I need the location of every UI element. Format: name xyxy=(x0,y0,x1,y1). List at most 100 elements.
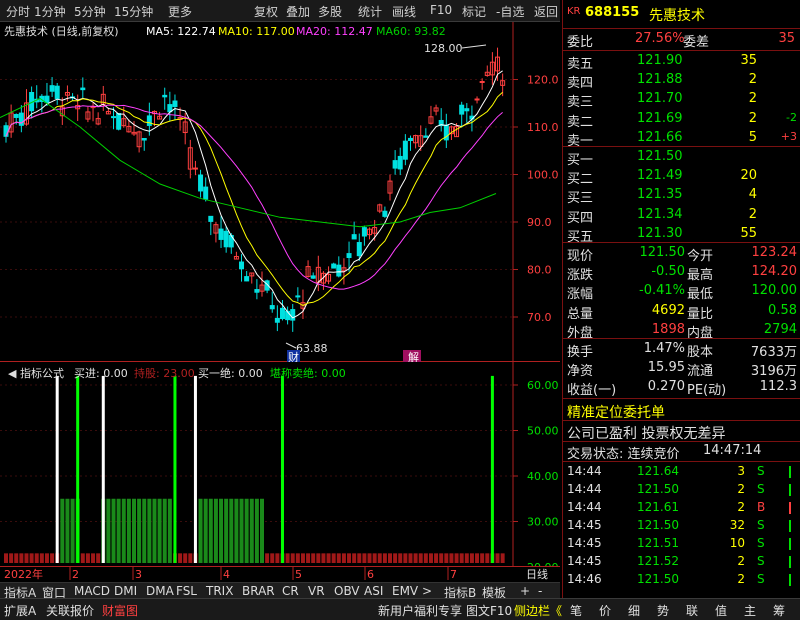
bottom-left-2[interactable]: 财富图 xyxy=(102,602,138,619)
ask-volume: 2 xyxy=(748,72,757,88)
tab-2[interactable]: MACD xyxy=(74,584,110,598)
ask-price[interactable]: 121.70 xyxy=(637,91,683,106)
tab-13[interactable]: > xyxy=(422,584,432,598)
panel-tab-0[interactable]: 笔 xyxy=(570,602,582,619)
bottom-left-1[interactable]: 关联报价 xyxy=(46,602,94,619)
tick-volume: 32 xyxy=(729,518,745,532)
indicator-bar xyxy=(9,553,14,563)
toolbar-item-9[interactable]: 画线 xyxy=(392,3,416,20)
ma5-label: MA5: 122.74 xyxy=(146,25,216,38)
toolbar-item-2[interactable]: 5分钟 xyxy=(74,3,106,20)
toolbar-item-7[interactable]: 多股 xyxy=(318,3,342,20)
toolbar-item-1[interactable]: 1分钟 xyxy=(34,3,66,20)
month-label: 5 xyxy=(295,568,302,581)
ask-price[interactable]: 121.66 xyxy=(637,130,683,145)
tick-price: 121.52 xyxy=(637,554,679,568)
indicator-bar xyxy=(357,553,362,563)
tab-6[interactable]: TRIX xyxy=(206,584,233,598)
toolbar-item-11[interactable]: 标记 xyxy=(462,3,486,20)
tab-4[interactable]: DMA xyxy=(146,584,174,598)
indicator-bar xyxy=(249,498,254,563)
stat-value: 2794 xyxy=(763,321,797,337)
toolbar-item-10[interactable]: F10 xyxy=(430,3,452,17)
stat-value: 1898 xyxy=(651,321,685,337)
stat-value: 124.20 xyxy=(751,264,798,280)
ask-price[interactable]: 121.90 xyxy=(637,53,683,68)
indicator-bar xyxy=(265,553,270,563)
tab-5[interactable]: FSL xyxy=(176,584,197,598)
indicator-bar xyxy=(198,498,203,563)
precise-order-link[interactable]: 精准定位委托单 xyxy=(567,402,665,422)
tab-3[interactable]: DMI xyxy=(114,584,137,598)
tab-16[interactable]: + xyxy=(520,584,530,598)
indicator-bar xyxy=(44,553,49,563)
tab-10[interactable]: OBV xyxy=(334,584,360,598)
tab-7[interactable]: BRAR xyxy=(242,584,275,598)
period-label[interactable]: 日线 xyxy=(526,567,548,581)
tab-9[interactable]: VR xyxy=(308,584,325,598)
indicator-bar xyxy=(219,498,224,563)
panel-tab-3[interactable]: 势 xyxy=(657,602,669,619)
candle-body xyxy=(295,295,301,298)
tab-11[interactable]: ASI xyxy=(364,584,383,598)
bid-price[interactable]: 121.50 xyxy=(637,149,683,164)
indicator-name[interactable]: 指标公式 xyxy=(20,366,64,380)
indicator-bar xyxy=(290,553,295,563)
tick-price: 121.50 xyxy=(637,572,679,586)
indicator-bar xyxy=(347,553,352,563)
tick-marker xyxy=(789,520,791,532)
panel-tab-6[interactable]: 主 xyxy=(744,602,756,619)
indicator-bar xyxy=(60,498,65,563)
unlock-marker[interactable]: 解 xyxy=(408,350,419,362)
bottom-right-2[interactable]: 侧边栏《 xyxy=(514,602,562,619)
panel-tab-1[interactable]: 价 xyxy=(599,602,611,619)
indicator-bar xyxy=(208,498,213,563)
tick-row: 14:45 121.51 10 S xyxy=(563,535,800,554)
toolbar-item-0[interactable]: 分时 xyxy=(6,3,30,20)
indicator-menu-icon[interactable]: ◀ xyxy=(8,367,17,380)
indicator-bar xyxy=(178,553,183,563)
price-tick: 120.0 xyxy=(527,74,559,87)
indicator-bar xyxy=(132,498,136,563)
tab-12[interactable]: EMV xyxy=(392,584,418,598)
ask-price[interactable]: 121.69 xyxy=(637,111,683,126)
bottom-right-1[interactable]: 图文F10 xyxy=(466,602,512,619)
bottom-left-0[interactable]: 扩展A xyxy=(4,602,36,619)
bid-price[interactable]: 121.35 xyxy=(637,187,683,202)
bid-price[interactable]: 121.30 xyxy=(637,226,683,241)
toolbar-item-5[interactable]: 复权 xyxy=(254,3,278,20)
divider xyxy=(563,28,800,29)
toolbar-item-13[interactable]: 返回 xyxy=(534,3,558,20)
indicator-buy: 买进: 0.00 xyxy=(74,367,128,380)
tab-17[interactable]: - xyxy=(538,584,542,598)
candle-body xyxy=(13,114,19,118)
toolbar-item-8[interactable]: 统计 xyxy=(358,3,382,20)
toolbar-item-4[interactable]: 更多 xyxy=(168,3,192,20)
candle-body xyxy=(397,155,403,170)
ask-price[interactable]: 121.88 xyxy=(637,72,683,87)
tick-direction: B xyxy=(757,500,766,514)
panel-tab-2[interactable]: 细 xyxy=(628,602,640,619)
toolbar-item-6[interactable]: 叠加 xyxy=(286,3,310,20)
panel-tab-7[interactable]: 筹 xyxy=(773,602,785,619)
tick-volume: 2 xyxy=(737,554,745,568)
indicator-chart[interactable]: 60.0050.0040.0030.0020.00 ◀ 指标公式 买进: 0.0… xyxy=(0,362,560,566)
kline-chart[interactable]: 120.0 110.0 100.0 90.0 80.0 70.0 先惠技术 (日线,前复权… xyxy=(0,22,560,362)
toolbar-item-12[interactable]: -自选 xyxy=(496,3,524,20)
panel-tab-5[interactable]: 值 xyxy=(715,602,727,619)
indicator-bar xyxy=(475,553,480,563)
bottom-right-0[interactable]: 新用户福利专享 xyxy=(378,602,462,619)
tab-8[interactable]: CR xyxy=(282,584,299,598)
panel-tab-4[interactable]: 联 xyxy=(686,602,698,619)
toolbar-item-3[interactable]: 15分钟 xyxy=(114,3,153,20)
bid-price[interactable]: 121.49 xyxy=(637,168,683,183)
bid-volume: 20 xyxy=(740,168,757,184)
indicator-bar xyxy=(485,553,490,563)
indicator-bar xyxy=(121,498,126,563)
indicator-bar xyxy=(188,553,193,563)
tick-time: 14:44 xyxy=(567,500,602,514)
bid-price[interactable]: 121.34 xyxy=(637,207,683,222)
indicator-bar xyxy=(295,553,300,563)
ma20-label: MA20: 112.47 xyxy=(296,25,373,38)
earnings-marker[interactable]: 财 xyxy=(288,350,299,362)
